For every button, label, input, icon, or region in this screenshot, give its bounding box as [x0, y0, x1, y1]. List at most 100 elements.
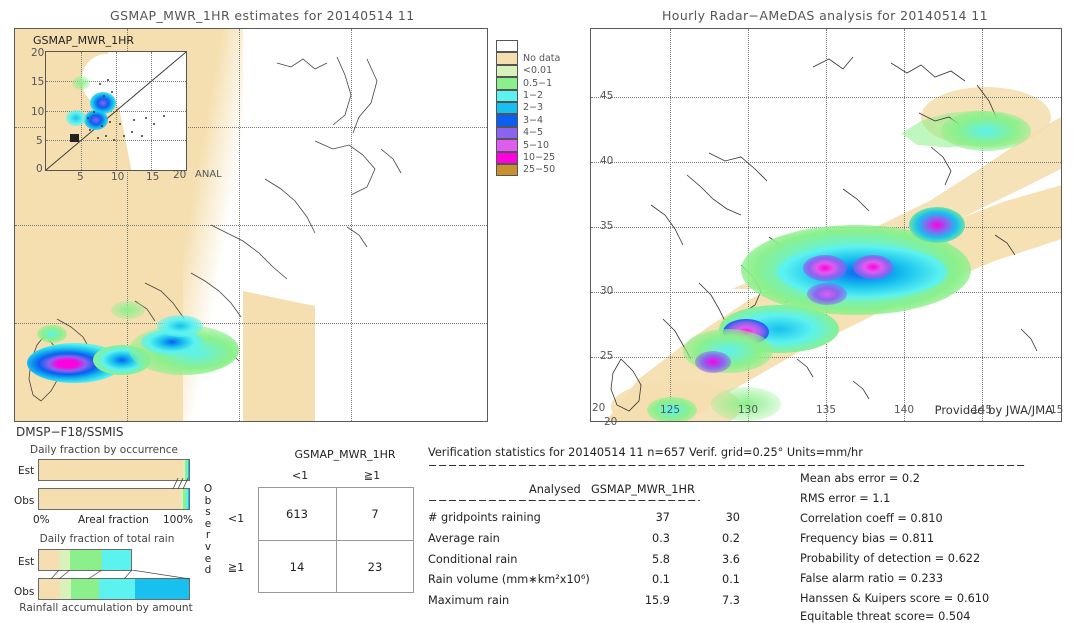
contingency-cell-miss: 14: [289, 559, 305, 574]
verification-subdivider: −−−−−−−−−−−−−−−−−−−−−−−−−−−−−−−−−−: [428, 494, 700, 507]
stat-row-label: Maximum rain: [428, 594, 510, 607]
stat-row-analysed: 0.3: [652, 532, 670, 545]
fraction-segment: [70, 579, 99, 599]
colorbar-label: 0.5−1: [523, 77, 553, 89]
inset-scatter-points: [87, 79, 165, 141]
occurrence-chart-title: Daily fraction by occurrence: [30, 444, 178, 456]
contingency-title: GSMAP_MWR_1HR: [294, 448, 396, 461]
colorbar-swatch: [496, 89, 518, 102]
colorbar-label: No data: [523, 52, 561, 64]
colorbar-band: 1−2: [496, 89, 560, 102]
stat-row-model: 7.3: [722, 594, 740, 607]
total-rain-connector-lines: [50, 570, 191, 580]
total-rain-obs-label: Obs: [14, 586, 35, 598]
fraction-segment: [70, 550, 102, 570]
colorbar-swatch: [496, 126, 518, 140]
fraction-segment: [39, 550, 60, 570]
colorbar-swatch: [496, 114, 518, 127]
colorbar-band: No data: [496, 52, 561, 65]
colorbar-swatch: [496, 151, 518, 164]
total-rain-axis-label: Rainfall accumulation by amount: [19, 602, 193, 614]
occurrence-obs-bar: [38, 488, 190, 510]
occurrence-axis-max: 100%: [163, 514, 194, 526]
stat-row-label: Conditional rain: [428, 553, 518, 566]
colorbar-label: 10−25: [523, 151, 556, 163]
score-item: Frequency bias = 0.811: [800, 532, 935, 545]
score-item: Hanssen & Kuipers score = 0.610: [800, 592, 990, 605]
colorbar-label: <0.01: [523, 65, 553, 77]
precip-blob: [803, 255, 847, 281]
observed-letter: d: [204, 564, 212, 577]
left-map-panel[interactable]: 20 15 10 5 0 5 10 15 20 ANAL GSMAP_MWR_1…: [14, 28, 488, 422]
lat-tick: 30: [600, 285, 614, 297]
fraction-segment: [59, 550, 71, 570]
contingency-row-header-lt1: <1: [227, 512, 245, 525]
stat-row-analysed: 0.1: [652, 573, 670, 586]
fraction-segment: [101, 550, 131, 570]
stat-row-analysed: 5.8: [652, 553, 670, 566]
stat-row-label: # gridpoints raining: [428, 511, 541, 524]
lat-tick: 25: [600, 350, 614, 362]
precip-blob: [157, 315, 203, 337]
lon-tick: 15: [1050, 404, 1064, 416]
colorbar-band: 0.5−1: [496, 77, 560, 90]
colorbar-swatch: [496, 64, 518, 78]
colorbar-swatch: [496, 52, 518, 65]
observed-axis-label: O b s e r v e d: [202, 483, 214, 577]
contingency-cell-falsealarm: 7: [371, 506, 379, 521]
colorbar-swatch: [496, 163, 518, 177]
lon-tick: 145: [972, 404, 993, 416]
fraction-segment: [39, 460, 183, 480]
left-map-inset-panel[interactable]: [45, 51, 187, 171]
contingency-cell-hit: 613: [286, 506, 308, 521]
colorbar-swatch: [496, 139, 518, 152]
stat-row-label: Average rain: [428, 532, 500, 545]
right-map-panel[interactable]: Provided by JWA/JMA: [590, 28, 1062, 422]
inset-x-tick: 20: [173, 169, 187, 181]
total-rain-chart-title: Daily fraction of total rain: [39, 533, 175, 545]
lon-tick: 135: [816, 404, 837, 416]
precip-blob: [695, 351, 731, 373]
colorbar-label: 2−3: [523, 102, 544, 114]
precip-blob: [807, 283, 847, 305]
stat-row-analysed: 37: [655, 511, 670, 524]
right-panel-title: Hourly Radar−AMeDAS analysis for 2014051…: [662, 8, 988, 23]
fraction-segment: [187, 489, 189, 509]
verification-divider: −−−−−−−−−−−−−−−−−−−−−−−−−−−−−−−−−−−−−−−−…: [428, 459, 1060, 472]
inset-y-tick: 10: [31, 106, 45, 118]
score-item: Probability of detection = 0.622: [800, 552, 981, 565]
total-rain-obs-bar: [38, 578, 190, 600]
inset-y-tick: 15: [31, 76, 45, 88]
colorbar-band: 2−3: [496, 101, 560, 115]
occurrence-axis-label: Areal fraction: [78, 514, 149, 526]
precip-blob: [941, 111, 1031, 151]
colorbar-band: 5−10: [496, 139, 560, 152]
left-panel-title: GSMAP_MWR_1HR estimates for 20140514 11: [110, 8, 415, 23]
inset-x-tick: 15: [146, 171, 160, 183]
divider-text: −−−−−−−−−−−−−−−−−−−−−−−−−−−−−−−−−−−−−−−−…: [428, 459, 1026, 472]
contingency-cell-correct: 23: [367, 559, 383, 574]
colorbar-band: 4−5: [496, 126, 560, 140]
colorbar-band: 3−4: [496, 114, 560, 127]
colorbar-label: 1−2: [523, 90, 544, 101]
colorbar-swatch: [496, 77, 518, 90]
subdivider-text: −−−−−−−−−−−−−−−−−−−−−−−−−−−−−−−−−−: [428, 494, 700, 507]
lat-tick: 40: [600, 155, 614, 167]
verification-header: Verification statistics for 20140514 11 …: [428, 446, 863, 459]
lat-tick: 20: [592, 402, 606, 414]
contingency-row-header-ge1: ≧1: [227, 561, 245, 574]
stat-row-model: 30: [725, 511, 740, 524]
colorbar-label: 5−10: [523, 139, 550, 151]
fraction-segment: [39, 489, 181, 509]
occurrence-est-label: Est: [18, 465, 35, 477]
stat-row-model: 0.1: [722, 573, 740, 586]
inset-y-tick: 0: [36, 163, 43, 175]
score-item: Mean abs error = 0.2: [800, 472, 920, 485]
right-map-coastlines: [610, 56, 1038, 412]
score-item: False alarm ratio = 0.233: [800, 572, 944, 585]
stat-row-model: 3.6: [722, 553, 740, 566]
observed-letter: O: [203, 483, 213, 495]
sensor-label: DMSP−F18/SSMIS: [16, 425, 124, 439]
inset-y-tick: 20: [31, 47, 45, 59]
colorbar-band: 10−25: [496, 151, 560, 164]
